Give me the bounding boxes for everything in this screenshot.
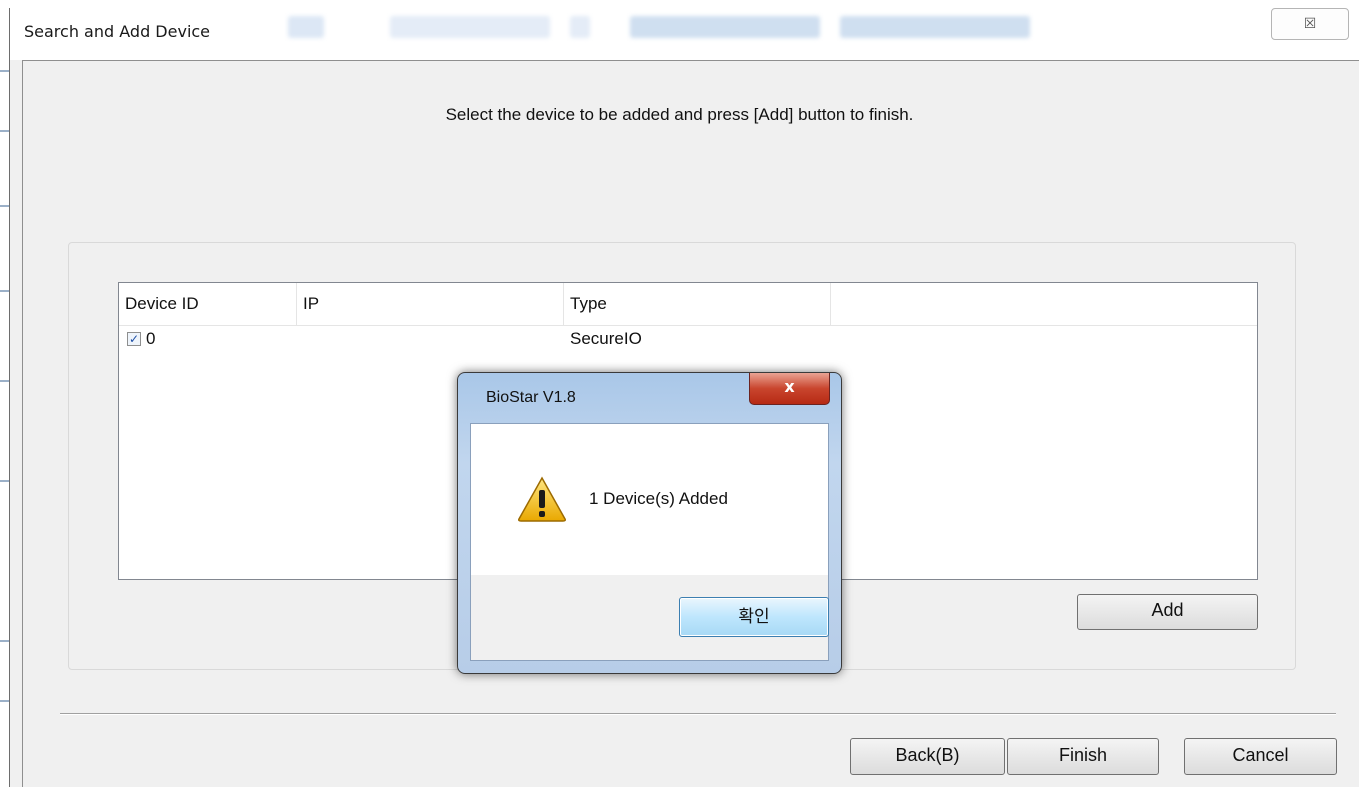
blurred-background-region [840, 16, 1030, 38]
background-mark [0, 130, 9, 132]
title-bar[interactable]: Search and Add Device ☒ [10, 0, 1359, 60]
close-button[interactable]: ☒ [1271, 8, 1349, 40]
list-header: Device ID IP Type [119, 283, 1257, 326]
finish-button[interactable]: Finish [1007, 738, 1159, 775]
column-header-empty [831, 283, 1257, 325]
instruction-text: Select the device to be added and press … [445, 105, 914, 124]
back-button[interactable]: Back(B) [850, 738, 1005, 775]
column-header-type[interactable]: Type [564, 283, 831, 325]
divider-highlight [60, 714, 1336, 715]
device-id-cell: 0 [146, 329, 156, 348]
warning-icon [518, 476, 566, 522]
divider [22, 60, 1359, 61]
background-mark [0, 700, 9, 702]
message-box-footer: 확인 [470, 575, 829, 661]
message-text: 1 Device(s) Added [589, 489, 728, 508]
message-box-body: 1 Device(s) Added [470, 423, 829, 575]
blurred-background-region [390, 16, 550, 38]
column-header-device-id[interactable]: Device ID [119, 283, 297, 325]
blurred-background-region [630, 16, 820, 38]
message-box: BioStar V1.8 x 1 Device(s) Added 확인 [457, 372, 842, 674]
background-mark [0, 205, 9, 207]
blurred-background-region [570, 16, 590, 38]
table-row[interactable]: ✓ 0 SecureIO [119, 327, 1257, 353]
screen: Search and Add Device ☒ Select the devic… [0, 0, 1359, 787]
background-mark [0, 380, 9, 382]
window-title: Search and Add Device [24, 22, 211, 41]
add-button[interactable]: Add [1077, 594, 1258, 630]
window-border [22, 60, 23, 787]
cancel-button[interactable]: Cancel [1184, 738, 1337, 775]
background-mark [0, 640, 9, 642]
message-box-close-button[interactable]: x [749, 373, 830, 405]
blurred-background-region [288, 16, 324, 38]
background-mark [0, 480, 9, 482]
background-mark [0, 70, 9, 72]
ok-button[interactable]: 확인 [679, 597, 829, 637]
type-cell: SecureIO [570, 329, 642, 348]
column-header-ip[interactable]: IP [297, 283, 564, 325]
row-checkbox[interactable]: ✓ [127, 332, 141, 346]
message-box-title: BioStar V1.8 [486, 389, 576, 406]
background-mark [0, 290, 9, 292]
